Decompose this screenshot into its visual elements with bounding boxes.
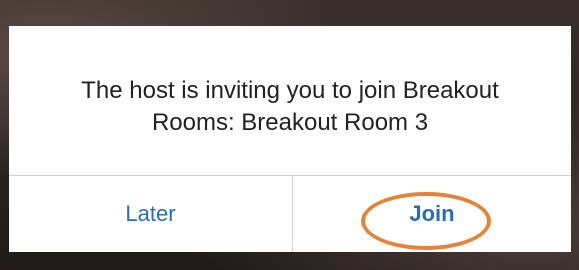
dialog-message-area: The host is inviting you to join Breakou… xyxy=(9,26,571,175)
join-button[interactable]: Join xyxy=(293,176,571,252)
later-button[interactable]: Later xyxy=(9,176,292,252)
dialog-message: The host is inviting you to join Breakou… xyxy=(81,76,499,136)
breakout-invite-dialog: The host is inviting you to join Breakou… xyxy=(9,26,571,252)
